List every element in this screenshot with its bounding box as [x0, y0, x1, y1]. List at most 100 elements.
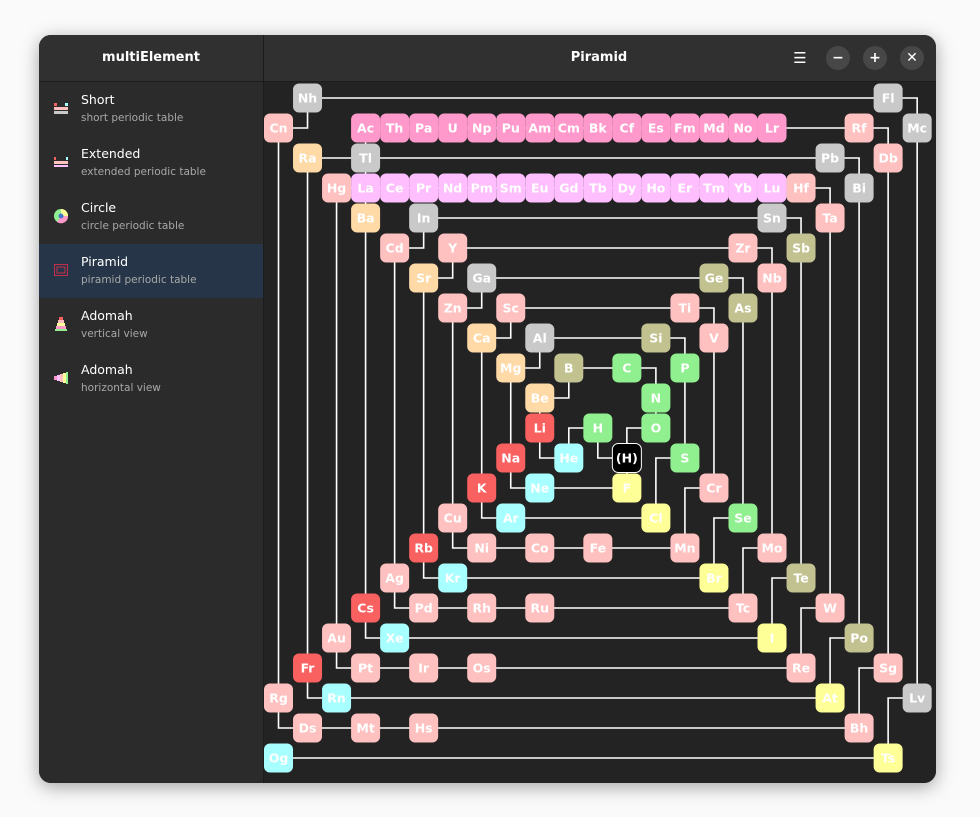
element-cell-pm[interactable]: Pm: [467, 173, 497, 203]
element-cell-ce[interactable]: Ce: [380, 173, 410, 203]
element-cell-b[interactable]: B: [554, 353, 584, 383]
element-cell-h[interactable]: H: [583, 413, 613, 443]
element-cell-se[interactable]: Se: [728, 503, 758, 533]
element-cell-n[interactable]: N: [641, 383, 671, 413]
sidebar-item-adomah-vertical[interactable]: Adomah vertical view: [39, 298, 263, 352]
element-cell-co[interactable]: Co: [525, 533, 555, 563]
element-cell-au[interactable]: Au: [322, 623, 352, 653]
element-cell-ca[interactable]: Ca: [467, 323, 497, 353]
element-cell-al[interactable]: Al: [525, 323, 555, 353]
element-cell-u[interactable]: U: [438, 113, 468, 143]
element-cell-sg[interactable]: Sg: [873, 653, 903, 683]
element-cell-v[interactable]: V: [699, 323, 729, 353]
element-cell-nh[interactable]: Nh: [293, 83, 323, 113]
element-cell-o[interactable]: O: [641, 413, 671, 443]
element-cell-sn[interactable]: Sn: [757, 203, 787, 233]
element-cell-ts[interactable]: Ts: [873, 743, 903, 773]
element-cell-db[interactable]: Db: [873, 143, 903, 173]
element-cell-zn[interactable]: Zn: [438, 293, 468, 323]
menu-button[interactable]: ☰: [787, 45, 813, 71]
element-cell-eu[interactable]: Eu: [525, 173, 555, 203]
element-cell-ho[interactable]: Ho: [641, 173, 671, 203]
element-cell-np[interactable]: Np: [467, 113, 497, 143]
element-cell-cn[interactable]: Cn: [264, 113, 293, 143]
element-cell-nb[interactable]: Nb: [757, 263, 787, 293]
element-cell-cf[interactable]: Cf: [612, 113, 642, 143]
element-cell-br[interactable]: Br: [699, 563, 729, 593]
element-cell-pd[interactable]: Pd: [409, 593, 439, 623]
element-cell-he[interactable]: He: [554, 443, 584, 473]
sidebar-item-piramid[interactable]: Piramid piramid periodic table: [39, 244, 263, 298]
element-cell-lu[interactable]: Lu: [757, 173, 787, 203]
element-cell-fr[interactable]: Fr: [293, 653, 323, 683]
element-cell-fl[interactable]: Fl: [873, 83, 903, 113]
element-cell-tl[interactable]: Tl: [351, 143, 381, 173]
element-cell-mo[interactable]: Mo: [757, 533, 787, 563]
element-cell-bk[interactable]: Bk: [583, 113, 613, 143]
element-cell-hg[interactable]: Hg: [322, 173, 352, 203]
element-cell-ac[interactable]: Ac: [351, 113, 381, 143]
element-cell-sc[interactable]: Sc: [496, 293, 526, 323]
element-cell-rb[interactable]: Rb: [409, 533, 439, 563]
element-cell-pr[interactable]: Pr: [409, 173, 439, 203]
element-cell-mg[interactable]: Mg: [496, 353, 526, 383]
element-cell-fe[interactable]: Fe: [583, 533, 613, 563]
element-cell-as[interactable]: As: [728, 293, 758, 323]
element-cell-po[interactable]: Po: [844, 623, 874, 653]
element-cell-bh[interactable]: Bh: [844, 713, 874, 743]
element-cell-li[interactable]: Li: [525, 413, 555, 443]
element-cell-kr[interactable]: Kr: [438, 563, 468, 593]
element-cell-rg[interactable]: Rg: [264, 683, 293, 713]
element-cell-tc[interactable]: Tc: [728, 593, 758, 623]
element-cell-lr[interactable]: Lr: [757, 113, 787, 143]
element-cell-cd[interactable]: Cd: [380, 233, 410, 263]
element-cell-yb[interactable]: Yb: [728, 173, 758, 203]
element-cell-c[interactable]: C: [612, 353, 642, 383]
element-cell-pt[interactable]: Pt: [351, 653, 381, 683]
minimize-button[interactable]: −: [826, 46, 850, 70]
element-cell-sr[interactable]: Sr: [409, 263, 439, 293]
element-cell-la[interactable]: La: [351, 173, 381, 203]
element-cell-ra[interactable]: Ra: [293, 143, 323, 173]
element-cell-ba[interactable]: Ba: [351, 203, 381, 233]
element-cell-md[interactable]: Md: [699, 113, 729, 143]
element-cell-ta[interactable]: Ta: [815, 203, 845, 233]
element-cell-sm[interactable]: Sm: [496, 173, 526, 203]
element-cell-lv[interactable]: Lv: [902, 683, 932, 713]
element-cell-es[interactable]: Es: [641, 113, 671, 143]
element-cell-dy[interactable]: Dy: [612, 173, 642, 203]
close-button[interactable]: ✕: [900, 46, 924, 70]
element-cell-y[interactable]: Y: [438, 233, 468, 263]
element-cell-cs[interactable]: Cs: [351, 593, 381, 623]
element-cell-ir[interactable]: Ir: [409, 653, 439, 683]
element-cell-pu[interactable]: Pu: [496, 113, 526, 143]
element-cell-ga[interactable]: Ga: [467, 263, 497, 293]
element-cell-rh[interactable]: Rh: [467, 593, 497, 623]
element-cell-s[interactable]: S: [670, 443, 700, 473]
element-cell-w[interactable]: W: [815, 593, 845, 623]
element-cell-re[interactable]: Re: [786, 653, 816, 683]
element-cell-at[interactable]: At: [815, 683, 845, 713]
element-cell-mt[interactable]: Mt: [351, 713, 381, 743]
element-cell-ti[interactable]: Ti: [670, 293, 700, 323]
element-cell-hs[interactable]: Hs: [409, 713, 439, 743]
element-cell-ds[interactable]: Ds: [293, 713, 323, 743]
element-cell-er[interactable]: Er: [670, 173, 700, 203]
element-cell-te[interactable]: Te: [786, 563, 816, 593]
element-cell-ru[interactable]: Ru: [525, 593, 555, 623]
element-cell-pa[interactable]: Pa: [409, 113, 439, 143]
element-cell-cr[interactable]: Cr: [699, 473, 729, 503]
element-cell-mc[interactable]: Mc: [902, 113, 932, 143]
element-cell-p[interactable]: P: [670, 353, 700, 383]
element-cell-cm[interactable]: Cm: [554, 113, 584, 143]
element-cell-h-special[interactable]: (H): [611, 443, 642, 473]
element-cell-cu[interactable]: Cu: [438, 503, 468, 533]
element-cell-f[interactable]: F: [612, 473, 642, 503]
element-cell-ag[interactable]: Ag: [380, 563, 410, 593]
sidebar-item-adomah-horizontal[interactable]: Adomah horizontal view: [39, 352, 263, 406]
sidebar-item-circle[interactable]: Circle circle periodic table: [39, 190, 263, 244]
element-cell-os[interactable]: Os: [467, 653, 497, 683]
element-cell-si[interactable]: Si: [641, 323, 671, 353]
element-cell-in[interactable]: In: [409, 203, 439, 233]
element-cell-k[interactable]: K: [467, 473, 497, 503]
